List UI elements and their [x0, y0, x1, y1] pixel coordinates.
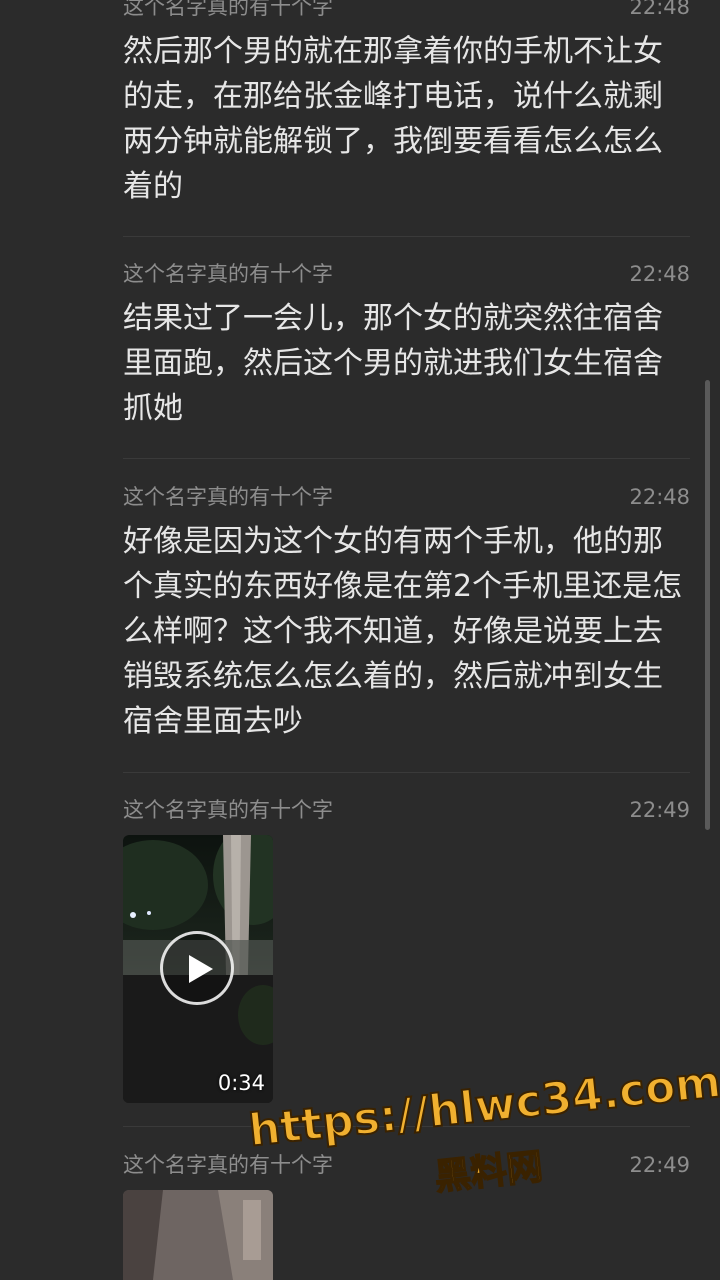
sender-name: 这个名字真的有十个字 [123, 262, 333, 286]
message-header: 这个名字真的有十个字 22:48 [123, 480, 690, 514]
message-header: 这个名字真的有十个字 22:48 [123, 257, 690, 291]
divider [123, 458, 690, 459]
sender-name: 这个名字真的有十个字 [123, 798, 333, 822]
message-time: 22:49 [629, 798, 690, 822]
scrollbar[interactable] [705, 380, 710, 830]
divider [123, 772, 690, 773]
sender-name: 这个名字真的有十个字 [123, 485, 333, 509]
message-item[interactable]: 这个名字真的有十个字 22:48 好像是因为这个女的有两个手机，他的那个真实的东… [123, 480, 690, 744]
message-header: 这个名字真的有十个字 22:49 [123, 793, 690, 827]
message-time: 22:48 [629, 0, 690, 19]
message-time: 22:48 [629, 485, 690, 509]
image-thumbnail-icon [123, 1190, 273, 1280]
divider [123, 236, 690, 237]
sender-name: 这个名字真的有十个字 [123, 0, 333, 19]
watermark: https://hlwc34.com 黑料网 [245, 1048, 720, 1231]
message-header: 这个名字真的有十个字 22:48 [123, 0, 690, 24]
media-thumbnail[interactable] [123, 1190, 273, 1280]
watermark-url: https://hlwc34.com [245, 1055, 720, 1157]
message-item[interactable]: 这个名字真的有十个字 22:48 然后那个男的就在那拿着你的手机不让女的走，在那… [123, 0, 690, 209]
message-time: 22:48 [629, 262, 690, 286]
video-thumbnail[interactable]: 0:34 [123, 835, 273, 1103]
message-item[interactable]: 这个名字真的有十个字 22:49 [123, 793, 690, 827]
message-item[interactable]: 这个名字真的有十个字 22:48 结果过了一会儿，那个女的就突然往宿舍里面跑，然… [123, 257, 690, 431]
message-text: 然后那个男的就在那拿着你的手机不让女的走，在那给张金峰打电话，说什么就剩两分钟就… [123, 34, 663, 204]
watermark-label: 黑料网 [432, 1146, 545, 1200]
play-icon[interactable] [160, 931, 234, 1005]
message-text: 结果过了一会儿，那个女的就突然往宿舍里面跑，然后这个男的就进我们女生宿舍抓她 [123, 301, 663, 426]
chat-screen: 这个名字真的有十个字 22:48 然后那个男的就在那拿着你的手机不让女的走，在那… [0, 0, 720, 1280]
message-text: 好像是因为这个女的有两个手机，他的那个真实的东西好像是在第2个手机里还是怎么样啊… [123, 524, 683, 739]
